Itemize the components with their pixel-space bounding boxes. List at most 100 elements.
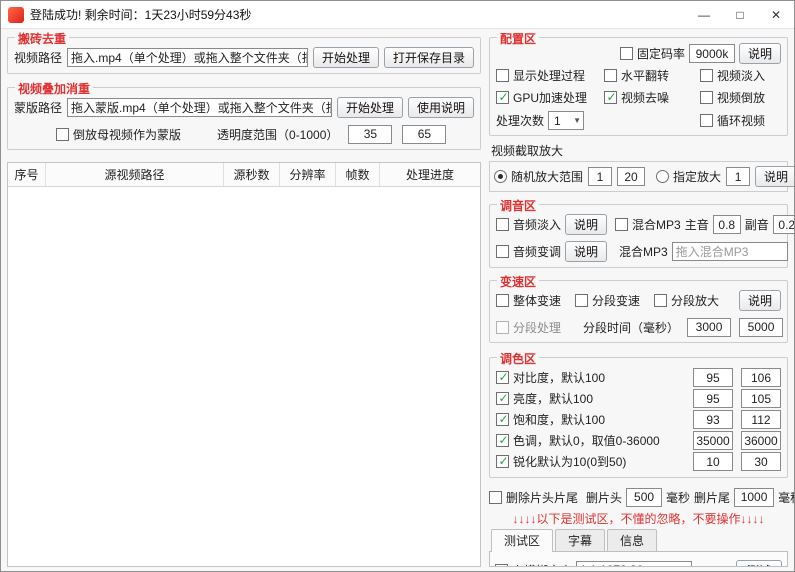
reverse-mask-checkbox[interactable]: 倒放母视频作为蒙版 <box>56 126 181 143</box>
audio-group: 调音区 音频淡入 说明 混合MP3 主音 0.8 副音 0.2 音频变调 说明 … <box>489 197 794 268</box>
opacity-min-input[interactable]: 35 <box>348 124 393 144</box>
checkbox-box <box>496 218 509 231</box>
tab-test[interactable]: 测试区 <box>491 529 554 552</box>
segment-time-max-input[interactable]: 5000 <box>739 317 784 337</box>
saturation-min-input[interactable]: 93 <box>693 410 733 429</box>
video-path-input[interactable]: 拖入.mp4（单个处理）或拖入整个文件夹（批量处理） <box>67 48 308 67</box>
segment-zoom-checkbox[interactable]: 分段放大 <box>654 292 719 309</box>
overall-speed-checkbox[interactable]: 整体变速 <box>496 292 561 309</box>
tab-subtitle[interactable]: 字幕 <box>555 529 606 551</box>
window-controls: — □ ✕ <box>686 1 794 28</box>
brightness-max-input[interactable]: 105 <box>741 389 781 408</box>
trim-head-input[interactable]: 500 <box>626 487 663 507</box>
video-reverse-checkbox[interactable]: 视频倒放 <box>700 89 781 106</box>
sharpen-checkbox[interactable]: 锐化默认为10(0到50) <box>496 453 626 470</box>
checkbox-box <box>496 454 510 468</box>
denoise-label: 视频去噪 <box>621 91 670 105</box>
trim-checkbox[interactable]: 删除片头片尾 <box>489 489 578 506</box>
brightness-checkbox[interactable]: 亮度，默认100 <box>496 390 593 407</box>
checkbox-box <box>496 245 509 258</box>
sharpen-max-input[interactable]: 30 <box>741 452 781 471</box>
process-times-select[interactable]: 1 ▼ <box>548 111 585 130</box>
overlay-help-button[interactable]: 使用说明 <box>407 97 474 118</box>
sharpen-min-input[interactable]: 10 <box>693 452 733 471</box>
main-volume-input[interactable]: 0.8 <box>712 215 741 234</box>
table-body-empty[interactable] <box>8 187 480 566</box>
gpu-accel-label: GPU加速处理 <box>513 91 588 105</box>
dedup-start-button[interactable]: 开始处理 <box>312 47 379 68</box>
audio-fadein-checkbox[interactable]: 音频淡入 <box>496 216 561 233</box>
segment-speed-checkbox[interactable]: 分段变速 <box>575 292 640 309</box>
opacity-max-input[interactable]: 65 <box>402 124 447 144</box>
bitrate-input[interactable]: 9000k <box>688 44 735 63</box>
saturation-max-input[interactable]: 112 <box>741 410 781 429</box>
video-fadein-checkbox[interactable]: 视频淡入 <box>700 67 781 84</box>
mask-path-input[interactable]: 拖入蒙版.mp4（单个处理）或拖入整个文件夹（批量处理） <box>67 98 332 117</box>
fixed-bitrate-checkbox[interactable]: 固定码率 <box>619 45 685 62</box>
contrast-max-input[interactable]: 106 <box>741 368 781 387</box>
audio-pitch-label: 音频变调 <box>513 245 562 259</box>
checkbox-box <box>700 91 713 104</box>
main-content: 搬砖去重 视频路径 拖入.mp4（单个处理）或拖入整个文件夹（批量处理） 开始处… <box>1 29 794 571</box>
hue-row: 色调，默认0，取值0-36000 35000 36000 <box>496 430 781 451</box>
overlay-start-button[interactable]: 开始处理 <box>336 97 403 118</box>
top-blur-checkbox[interactable]: 上模糊宽高 <box>495 562 572 567</box>
config-group-title: 配置区 <box>497 30 540 47</box>
random-zoom-min-input[interactable]: 1 <box>588 167 613 186</box>
reverse-mask-label: 倒放母视频作为蒙版 <box>73 127 182 142</box>
hue-min-input[interactable]: 35000 <box>693 431 733 450</box>
saturation-checkbox[interactable]: 饱和度，默认100 <box>496 411 605 428</box>
segment-process-checkbox[interactable]: 分段处理 <box>496 319 561 336</box>
hue-checkbox[interactable]: 色调，默认0，取值0-36000 <box>496 432 660 449</box>
bitrate-help-button[interactable]: 说明 <box>738 43 781 64</box>
mix-mp3-path-input[interactable]: 拖入混合MP3 <box>671 242 788 261</box>
audio-pitch-help-button[interactable]: 说明 <box>565 241 608 262</box>
denoise-checkbox[interactable]: 视频去噪 <box>604 89 696 106</box>
tab-info[interactable]: 信息 <box>607 529 658 551</box>
hflip-checkbox[interactable]: 水平翻转 <box>604 67 696 84</box>
top-blur-input[interactable]: 1:1:1078:80 <box>576 560 693 566</box>
mix-mp3-checkbox[interactable]: 混合MP3 <box>615 216 681 233</box>
col-seconds: 源秒数 <box>224 163 280 186</box>
sub-volume-input[interactable]: 0.2 <box>772 215 794 234</box>
contrast-label: 对比度，默认100 <box>513 371 606 385</box>
top-blur-label: 上模糊宽高 <box>512 562 572 567</box>
random-zoom-max-input[interactable]: 20 <box>617 167 646 186</box>
minimize-button[interactable]: — <box>686 1 722 28</box>
col-resolution: 分辨率 <box>280 163 336 186</box>
audio-group-title: 调音区 <box>497 197 540 214</box>
checkbox-box <box>496 391 510 405</box>
loop-video-checkbox[interactable]: 循环视频 <box>700 112 781 129</box>
video-reverse-label: 视频倒放 <box>717 91 766 105</box>
dedup-group: 搬砖去重 视频路径 拖入.mp4（单个处理）或拖入整个文件夹（批量处理） 开始处… <box>7 30 481 74</box>
overall-speed-label: 整体变速 <box>513 294 562 308</box>
show-process-checkbox[interactable]: 显示处理过程 <box>496 67 600 84</box>
close-button[interactable]: ✕ <box>758 1 794 28</box>
gpu-accel-checkbox[interactable]: GPU加速处理 <box>496 89 600 106</box>
test-button[interactable]: 测试 <box>736 559 782 566</box>
checkbox-box <box>619 47 633 60</box>
trim-tail-input[interactable]: 1000 <box>734 487 775 507</box>
audio-fadein-help-button[interactable]: 说明 <box>565 214 608 235</box>
audio-pitch-checkbox[interactable]: 音频变调 <box>496 243 561 260</box>
sub-volume-label: 副音 <box>744 218 769 232</box>
video-fadein-label: 视频淡入 <box>717 69 766 83</box>
hue-max-input[interactable]: 36000 <box>741 431 781 450</box>
fixed-zoom-radio[interactable]: 指定放大 <box>656 168 721 185</box>
segment-time-min-input[interactable]: 3000 <box>687 317 732 337</box>
segment-zoom-label: 分段放大 <box>671 294 720 308</box>
contrast-min-input[interactable]: 95 <box>693 368 733 387</box>
open-save-dir-button[interactable]: 打开保存目录 <box>383 47 474 68</box>
overlay-group-title: 视频叠加消重 <box>15 80 94 97</box>
brightness-min-input[interactable]: 95 <box>693 389 733 408</box>
zoom-help-button[interactable]: 说明 <box>755 166 794 187</box>
process-times-label: 处理次数 <box>496 114 545 128</box>
fixed-zoom-input[interactable]: 1 <box>726 167 751 186</box>
checkbox-box <box>489 490 502 504</box>
checkbox-box <box>604 90 618 104</box>
random-zoom-radio[interactable]: 随机放大范围 <box>494 168 583 185</box>
checkbox-box <box>604 69 617 82</box>
speed-help-button[interactable]: 说明 <box>738 290 781 311</box>
contrast-checkbox[interactable]: 对比度，默认100 <box>496 369 605 386</box>
maximize-button[interactable]: □ <box>722 1 758 28</box>
